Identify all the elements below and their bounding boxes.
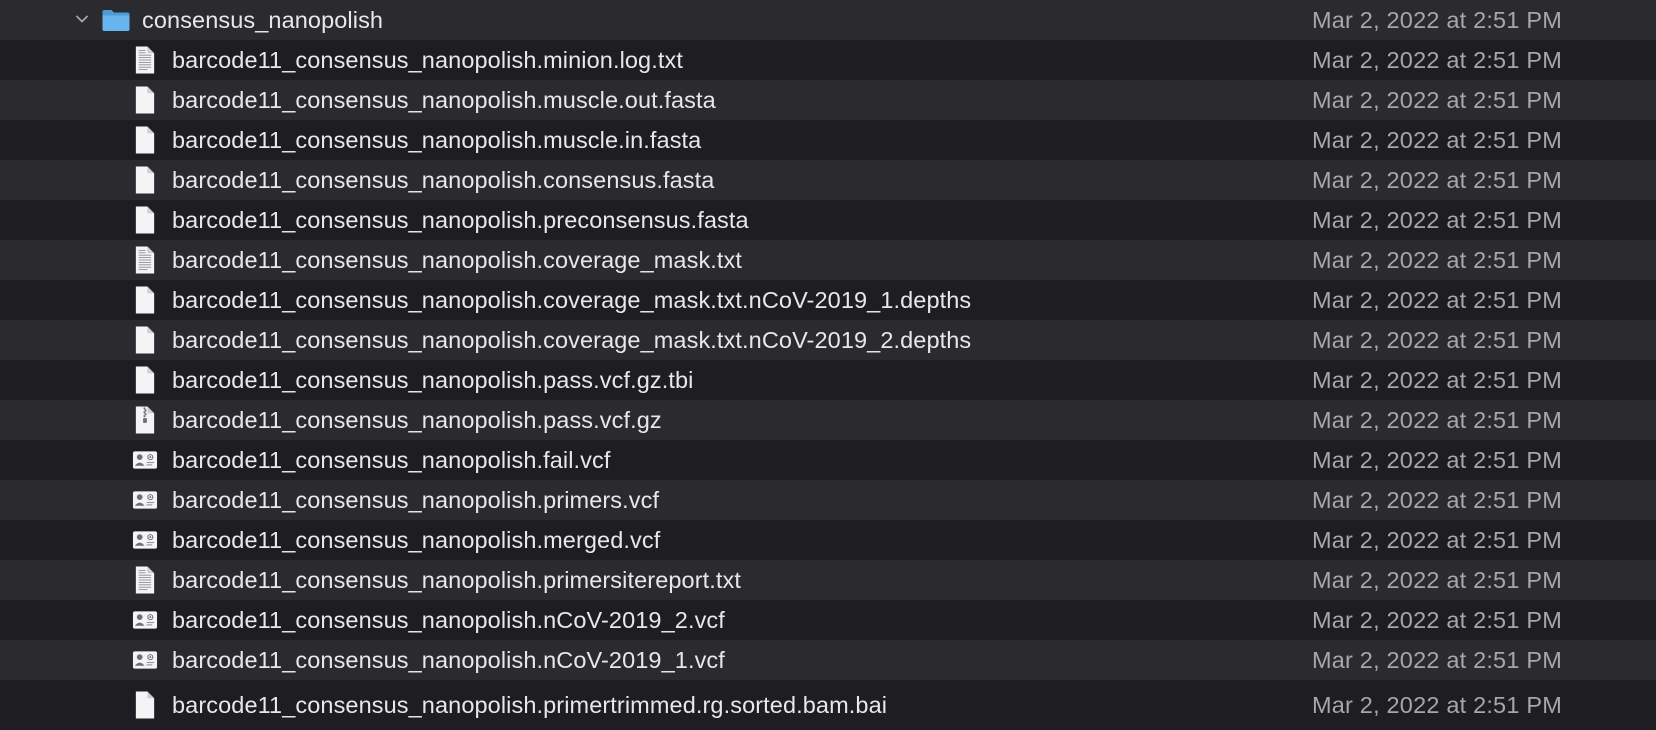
- file-row[interactable]: barcode11_consensus_nanopolish.merged.vc…: [0, 520, 1656, 560]
- file-row[interactable]: barcode11_consensus_nanopolish.primertri…: [0, 680, 1656, 730]
- file-row[interactable]: barcode11_consensus_nanopolish.preconsen…: [0, 200, 1656, 240]
- file-name: barcode11_consensus_nanopolish.coverage_…: [172, 326, 972, 353]
- file-name: barcode11_consensus_nanopolish.primers.v…: [172, 486, 660, 513]
- file-name: barcode11_consensus_nanopolish.muscle.in…: [172, 126, 702, 153]
- blank-document-icon: [135, 126, 155, 154]
- file-name: barcode11_consensus_nanopolish.nCoV-2019…: [172, 646, 725, 673]
- archive-document-icon: [135, 406, 155, 434]
- blank-document-icon: [135, 286, 155, 314]
- file-name: barcode11_consensus_nanopolish.consensus…: [172, 166, 715, 193]
- file-row[interactable]: barcode11_consensus_nanopolish.pass.vcf.…: [0, 360, 1656, 400]
- blank-document-icon: [135, 326, 155, 354]
- file-row[interactable]: barcode11_consensus_nanopolish.muscle.ou…: [0, 80, 1656, 120]
- folder-name: consensus_nanopolish: [142, 6, 384, 33]
- date-modified: Mar 2, 2022 at 2:51 PM: [1312, 6, 1562, 33]
- file-name: barcode11_consensus_nanopolish.coverage_…: [172, 286, 972, 313]
- file-row[interactable]: barcode11_consensus_nanopolish.consensus…: [0, 160, 1656, 200]
- file-name: barcode11_consensus_nanopolish.primertri…: [172, 691, 888, 718]
- file-row[interactable]: barcode11_consensus_nanopolish.nCoV-2019…: [0, 600, 1656, 640]
- file-name: barcode11_consensus_nanopolish.fail.vcf: [172, 446, 611, 473]
- finder-file-list: consensus_nanopolish Mar 2, 2022 at 2:51…: [0, 0, 1656, 730]
- vcard-icon: [132, 651, 158, 669]
- chevron-down-icon[interactable]: [74, 11, 90, 27]
- date-modified: Mar 2, 2022 at 2:51 PM: [1312, 126, 1562, 153]
- file-name: barcode11_consensus_nanopolish.preconsen…: [172, 206, 749, 233]
- date-modified: Mar 2, 2022 at 2:51 PM: [1312, 206, 1562, 233]
- date-modified: Mar 2, 2022 at 2:51 PM: [1312, 566, 1562, 593]
- date-modified: Mar 2, 2022 at 2:51 PM: [1312, 406, 1562, 433]
- text-document-icon: [135, 566, 155, 594]
- folder-icon: [102, 10, 130, 31]
- blank-document-icon: [135, 206, 155, 234]
- date-modified: Mar 2, 2022 at 2:51 PM: [1312, 326, 1562, 353]
- date-modified: Mar 2, 2022 at 2:51 PM: [1312, 86, 1562, 113]
- date-modified: Mar 2, 2022 at 2:51 PM: [1312, 526, 1562, 553]
- blank-document-icon: [135, 691, 155, 719]
- file-row[interactable]: barcode11_consensus_nanopolish.primersit…: [0, 560, 1656, 600]
- file-name: barcode11_consensus_nanopolish.minion.lo…: [172, 46, 683, 73]
- file-row[interactable]: barcode11_consensus_nanopolish.minion.lo…: [0, 40, 1656, 80]
- file-row[interactable]: barcode11_consensus_nanopolish.nCoV-2019…: [0, 640, 1656, 680]
- date-modified: Mar 2, 2022 at 2:51 PM: [1312, 46, 1562, 73]
- date-modified: Mar 2, 2022 at 2:51 PM: [1312, 166, 1562, 193]
- file-name: barcode11_consensus_nanopolish.nCoV-2019…: [172, 606, 725, 633]
- file-row[interactable]: barcode11_consensus_nanopolish.primers.v…: [0, 480, 1656, 520]
- file-row[interactable]: barcode11_consensus_nanopolish.fail.vcf M…: [0, 440, 1656, 480]
- vcard-icon: [132, 611, 158, 629]
- blank-document-icon: [135, 366, 155, 394]
- file-name: barcode11_consensus_nanopolish.muscle.ou…: [172, 86, 716, 113]
- file-name: barcode11_consensus_nanopolish.pass.vcf.…: [172, 366, 694, 393]
- vcard-icon: [132, 451, 158, 469]
- vcard-icon: [132, 491, 158, 509]
- date-modified: Mar 2, 2022 at 2:51 PM: [1312, 646, 1562, 673]
- date-modified: Mar 2, 2022 at 2:51 PM: [1312, 486, 1562, 513]
- file-row[interactable]: barcode11_consensus_nanopolish.coverage_…: [0, 240, 1656, 280]
- date-modified: Mar 2, 2022 at 2:51 PM: [1312, 606, 1562, 633]
- file-name: barcode11_consensus_nanopolish.primersit…: [172, 566, 741, 593]
- date-modified: Mar 2, 2022 at 2:51 PM: [1312, 366, 1562, 393]
- blank-document-icon: [135, 86, 155, 114]
- file-row[interactable]: barcode11_consensus_nanopolish.coverage_…: [0, 280, 1656, 320]
- file-name: barcode11_consensus_nanopolish.pass.vcf.…: [172, 406, 662, 433]
- date-modified: Mar 2, 2022 at 2:51 PM: [1312, 286, 1562, 313]
- vcard-icon: [132, 531, 158, 549]
- date-modified: Mar 2, 2022 at 2:51 PM: [1312, 246, 1562, 273]
- file-name: barcode11_consensus_nanopolish.coverage_…: [172, 246, 743, 273]
- text-document-icon: [135, 246, 155, 274]
- folder-row[interactable]: consensus_nanopolish Mar 2, 2022 at 2:51…: [0, 0, 1656, 40]
- blank-document-icon: [135, 166, 155, 194]
- file-row[interactable]: barcode11_consensus_nanopolish.coverage_…: [0, 320, 1656, 360]
- date-modified: Mar 2, 2022 at 2:51 PM: [1312, 691, 1562, 718]
- file-row[interactable]: barcode11_consensus_nanopolish.muscle.in…: [0, 120, 1656, 160]
- date-modified: Mar 2, 2022 at 2:51 PM: [1312, 446, 1562, 473]
- file-row[interactable]: barcode11_consensus_nanopolish.pass.vcf.…: [0, 400, 1656, 440]
- text-document-icon: [135, 46, 155, 74]
- file-name: barcode11_consensus_nanopolish.merged.vc…: [172, 526, 661, 553]
